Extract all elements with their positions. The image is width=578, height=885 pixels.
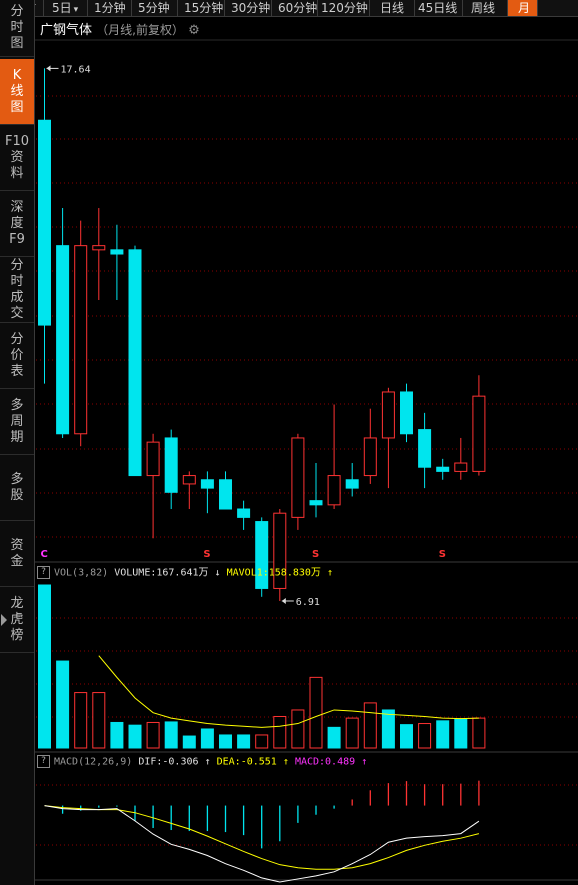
- macd-header: ? MACD(12,26,9) DIF:-0.306 ↑ DEA:-0.551 ↑…: [37, 755, 367, 770]
- volume-bar: [291, 709, 305, 749]
- candle-body: [309, 500, 323, 506]
- volume-indicator-name: VOL(3,82): [54, 567, 109, 579]
- volume-bar: [92, 692, 106, 749]
- candle-body: [128, 249, 142, 477]
- candle-body: [146, 441, 160, 477]
- volume-bar: [182, 735, 196, 749]
- candle-body: [327, 475, 341, 506]
- volume-bar: [56, 660, 70, 749]
- candle-body: [110, 249, 124, 255]
- candle-body: [219, 479, 232, 510]
- candle-body: [418, 429, 432, 468]
- volume-bar: [237, 734, 251, 749]
- candle-body: [291, 437, 305, 518]
- low-price-label: 6.91: [296, 597, 320, 608]
- volume-value: VOLUME:167.641万: [114, 567, 209, 579]
- high-arrow-icon: [46, 65, 51, 72]
- macd-indicator-name: MACD(12,26,9): [54, 756, 133, 768]
- volume-bar: [146, 721, 160, 749]
- candle-body: [345, 479, 359, 489]
- candle-body: [400, 391, 413, 435]
- event-marker-icon: S: [203, 549, 210, 560]
- volume-bar: [164, 721, 178, 749]
- event-marker-icon: S: [312, 549, 319, 560]
- volume-bar: [381, 709, 395, 749]
- macd-arrow-icon: ↑: [361, 756, 368, 768]
- macd-help-button[interactable]: ?: [37, 755, 50, 768]
- macd-value: MACD:0.489: [294, 756, 356, 768]
- volume-header: ? VOL(3,82) VOLUME:167.641万 ↓ MAVOL1:158.…: [37, 566, 333, 581]
- volume-bar: [436, 720, 450, 749]
- event-marker-icon: S: [439, 549, 446, 560]
- candle-body: [381, 391, 395, 439]
- dif-value: DIF:-0.306: [138, 756, 199, 768]
- candle-body: [74, 245, 88, 435]
- volume-bar: [363, 702, 377, 749]
- candle-body: [164, 437, 178, 493]
- volume-bar: [128, 724, 142, 749]
- volume-bar: [345, 717, 359, 749]
- candle-body: [56, 245, 70, 435]
- volume-bar: [327, 726, 341, 749]
- candle-body: [237, 508, 251, 518]
- candle-body: [472, 395, 486, 472]
- candle-body: [436, 466, 450, 472]
- event-marker-icon: C: [41, 549, 48, 560]
- volume-bar: [273, 715, 287, 749]
- volume-bar: [472, 717, 486, 749]
- volume-bar: [200, 728, 214, 749]
- volume-arrow-icon: ↓: [214, 567, 221, 579]
- candle-body: [182, 475, 196, 485]
- dif-arrow-icon: ↑: [204, 756, 211, 768]
- mavol-value: MAVOL1:158.830万: [226, 567, 321, 579]
- volume-bar: [38, 584, 51, 749]
- volume-bar: [110, 721, 124, 749]
- low-arrow-icon: [281, 597, 286, 604]
- kline-chart[interactable]: 17.64 6.91 C S S S: [0, 0, 578, 885]
- candle-body: [454, 462, 468, 472]
- candle-body: [363, 437, 377, 477]
- volume-bar: [255, 734, 269, 749]
- volume-bar: [400, 724, 413, 749]
- volume-bar: [219, 734, 232, 749]
- dea-arrow-icon: ↑: [282, 756, 289, 768]
- high-price-label: 17.64: [61, 64, 91, 75]
- candle-body: [38, 119, 51, 326]
- candle-body: [200, 479, 214, 489]
- volume-help-button[interactable]: ?: [37, 566, 50, 579]
- volume-bar: [309, 676, 323, 749]
- volume-bar: [74, 692, 88, 749]
- candle-body: [92, 245, 106, 251]
- volume-bar: [454, 718, 468, 749]
- volume-bar: [418, 723, 432, 749]
- mavol-arrow-icon: ↑: [326, 567, 333, 579]
- dea-value: DEA:-0.551: [216, 756, 277, 768]
